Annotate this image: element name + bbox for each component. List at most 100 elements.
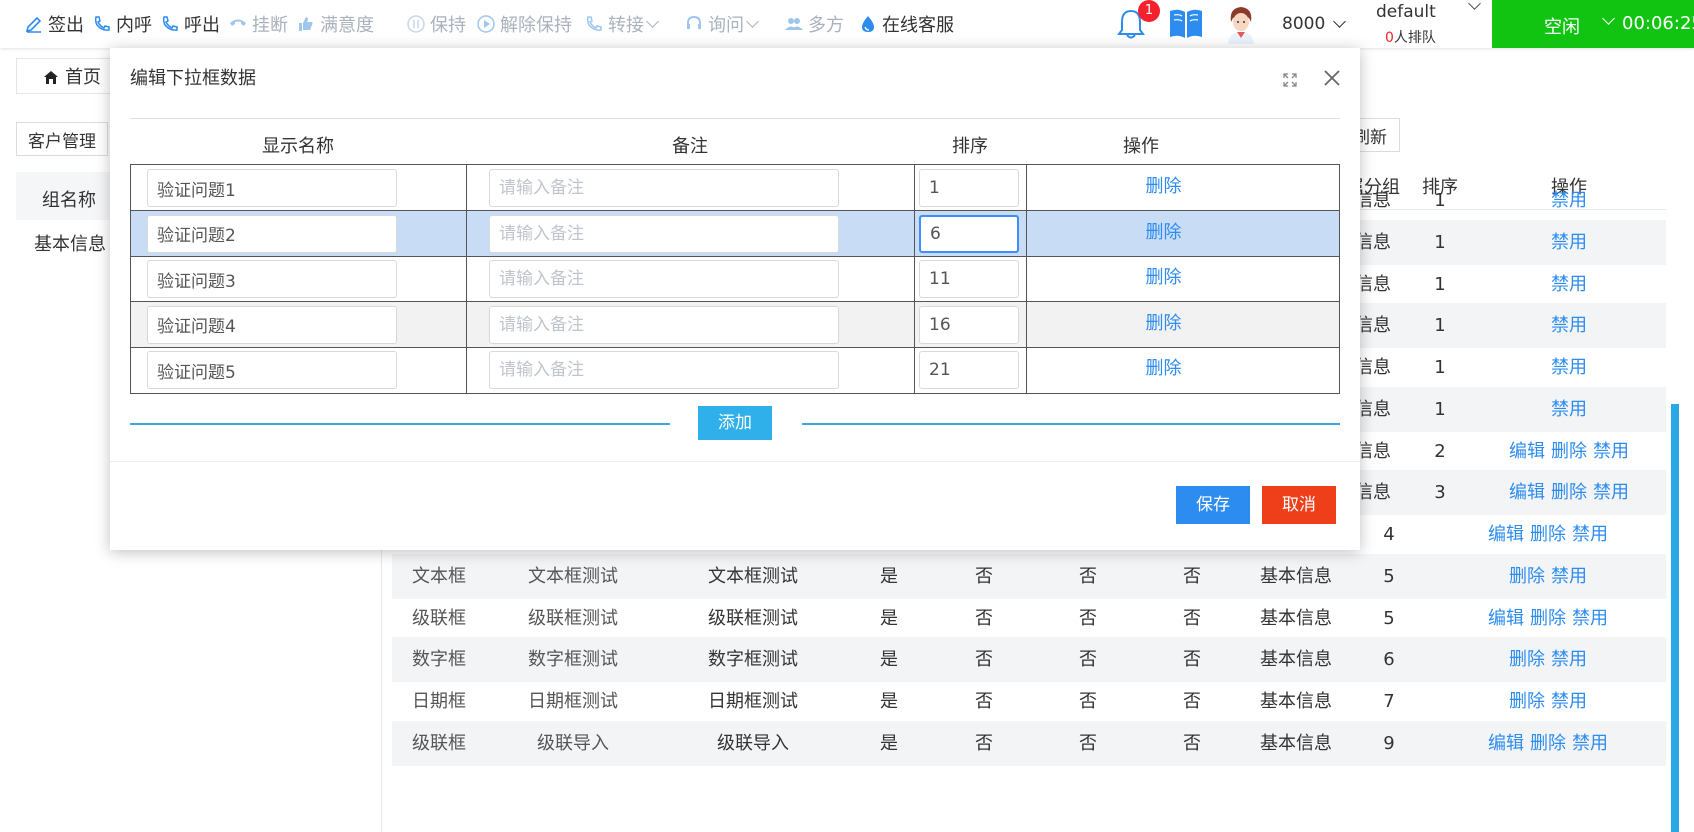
delete-row-link[interactable]: 删除 (1106, 211, 1221, 255)
unhold-button[interactable]: 解除保持 (476, 0, 572, 48)
option-remark-input[interactable] (489, 351, 839, 390)
row-action-link[interactable]: 删除 (1509, 566, 1545, 587)
agent-avatar[interactable] (1225, 4, 1257, 44)
chevron-down-icon[interactable] (1468, 0, 1481, 10)
table-cell: 4 (1383, 524, 1395, 545)
row-action-link[interactable]: 禁用 (1572, 733, 1608, 754)
hold-button[interactable]: 保持 (406, 0, 466, 48)
row-actions: 删除 禁用 (1430, 554, 1666, 599)
table-scrollbar[interactable] (1671, 404, 1679, 832)
option-name-input[interactable] (147, 169, 397, 207)
row-action-link[interactable]: 禁用 (1551, 190, 1587, 211)
option-sort-input[interactable] (919, 351, 1019, 390)
row-action-link[interactable]: 禁用 (1593, 441, 1629, 462)
home-icon (43, 69, 59, 90)
table-cell: 级联导入 (717, 732, 789, 754)
row-action-link[interactable]: 禁用 (1551, 232, 1587, 253)
table-cell: 基本信息 (1260, 607, 1332, 629)
agent-status-dropdown[interactable]: 空闲 00:06:25 (1492, 0, 1694, 48)
delete-row-link[interactable]: 删除 (1106, 165, 1221, 209)
table-cell: 否 (1183, 649, 1201, 671)
row-action-link[interactable]: 禁用 (1551, 566, 1587, 587)
divider (110, 461, 1360, 462)
row-action-link[interactable]: 禁用 (1572, 608, 1608, 629)
close-icon (1322, 70, 1342, 92)
option-remark-input[interactable] (489, 260, 839, 299)
table-cell: 数字框测试 (708, 649, 798, 671)
table-cell: 基本信息 (1260, 732, 1332, 754)
row-action-link[interactable]: 删除 (1530, 524, 1566, 545)
option-remark-input[interactable] (489, 214, 839, 253)
conference-button[interactable]: 多方 (784, 0, 844, 48)
close-button[interactable] (1322, 68, 1342, 92)
row-action-link[interactable]: 编辑 (1488, 733, 1524, 754)
row-action-link[interactable]: 编辑 (1488, 524, 1524, 545)
row-action-link[interactable]: 禁用 (1551, 315, 1587, 336)
knowledge-base-button[interactable] (1168, 6, 1204, 44)
option-remark-input[interactable] (489, 305, 839, 344)
maximize-button[interactable] (1282, 72, 1298, 92)
phone-out-icon (160, 14, 180, 34)
table-cell: 否 (1079, 732, 1097, 754)
option-row: 删除 (131, 210, 1339, 257)
option-sort-input[interactable] (919, 169, 1019, 207)
customer-management-button[interactable]: 客户管理 (16, 122, 108, 156)
add-row-button[interactable]: 添加 (698, 406, 772, 440)
dialog-title: 编辑下拉框数据 (130, 68, 256, 89)
table-cell: 文本框测试 (708, 565, 798, 587)
option-sort-input[interactable] (919, 260, 1019, 299)
row-action-link[interactable]: 删除 (1509, 649, 1545, 670)
row-action-link[interactable]: 删除 (1551, 441, 1587, 462)
option-name-input[interactable] (147, 260, 397, 299)
row-action-link[interactable]: 删除 (1530, 733, 1566, 754)
transfer-dropdown[interactable]: 转接 (584, 0, 659, 48)
droplet-icon (858, 14, 878, 34)
option-name-input[interactable] (147, 214, 397, 253)
option-remark-input[interactable] (489, 169, 839, 207)
play-icon (476, 14, 496, 34)
row-action-link[interactable]: 编辑 (1509, 441, 1545, 462)
row-action-link[interactable]: 禁用 (1551, 399, 1587, 420)
online-service-button[interactable]: 在线客服 (858, 0, 954, 48)
row-actions: 编辑 删除 禁用 (1472, 470, 1666, 515)
row-action-link[interactable]: 禁用 (1551, 649, 1587, 670)
option-name-input[interactable] (147, 305, 397, 344)
internal-call-button[interactable]: 内呼 (92, 0, 152, 48)
satisfaction-button[interactable]: 满意度 (296, 0, 374, 48)
group-row-basic-info[interactable]: 基本信息 (34, 230, 106, 256)
delete-row-link[interactable]: 删除 (1106, 302, 1221, 346)
row-action-link[interactable]: 删除 (1551, 482, 1587, 503)
row-action-link[interactable]: 禁用 (1551, 357, 1587, 378)
tab-home[interactable]: 首页 (16, 58, 116, 94)
row-action-link[interactable]: 删除 (1530, 608, 1566, 629)
row-action-link[interactable]: 编辑 (1509, 482, 1545, 503)
row-action-link[interactable]: 删除 (1509, 691, 1545, 712)
thumbs-up-icon (296, 14, 316, 34)
hangup-icon (228, 14, 248, 34)
delete-row-link[interactable]: 删除 (1106, 256, 1221, 300)
row-action-link[interactable]: 禁用 (1551, 691, 1587, 712)
signout-button[interactable]: 签出 (24, 0, 84, 48)
option-sort-input[interactable] (919, 305, 1019, 344)
table-row: 日期框 日期框测试 日期框测试 是 否 否 否 基本信息 7 删除 禁用 (392, 679, 1666, 724)
delete-row-link[interactable]: 删除 (1106, 347, 1221, 391)
book-icon (1168, 9, 1204, 44)
option-sort-input[interactable] (919, 214, 1019, 253)
table-cell: 是 (880, 607, 898, 629)
table-cell: 7 (1383, 691, 1395, 712)
bell-icon (1116, 9, 1146, 44)
pause-icon (406, 14, 426, 34)
inquiry-dropdown[interactable]: 询问 (684, 0, 759, 48)
row-action-link[interactable]: 禁用 (1593, 482, 1629, 503)
extension-dropdown[interactable]: 8000 (1282, 0, 1347, 48)
row-action-link[interactable]: 禁用 (1572, 524, 1608, 545)
table-cell: 否 (975, 649, 993, 671)
hangup-button[interactable]: 挂断 (228, 0, 288, 48)
row-action-link[interactable]: 编辑 (1488, 608, 1524, 629)
queue-name[interactable]: default (1376, 2, 1436, 22)
save-button[interactable]: 保存 (1176, 486, 1250, 524)
row-action-link[interactable]: 禁用 (1551, 274, 1587, 295)
outbound-call-button[interactable]: 呼出 (160, 0, 220, 48)
option-name-input[interactable] (147, 351, 397, 390)
cancel-button[interactable]: 取消 (1262, 486, 1336, 524)
